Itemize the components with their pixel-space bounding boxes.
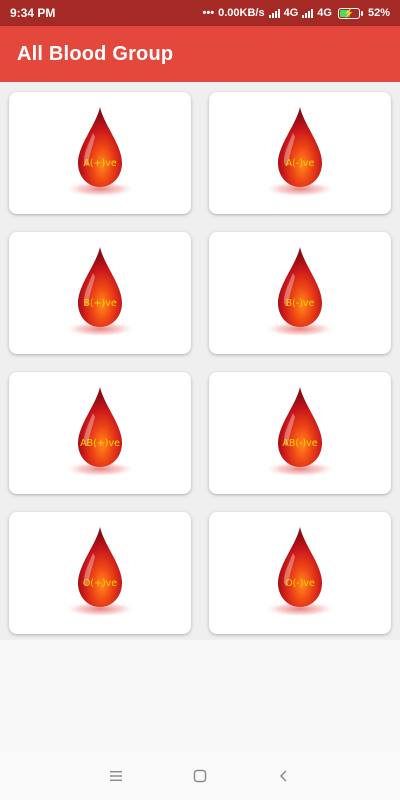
home-button[interactable]	[158, 752, 242, 800]
page-title: All Blood Group	[17, 42, 174, 65]
blood-drop-icon	[264, 107, 336, 197]
blood-drop-icon	[64, 247, 136, 337]
status-time: 9:34 PM	[10, 6, 56, 20]
blood-group-label: B(-)ve	[285, 298, 315, 309]
blood-group-label: AB(+)ve	[80, 438, 120, 449]
blood-group-card-b-negative[interactable]: B(-)ve	[209, 232, 391, 354]
blood-group-label: AB(-)ve	[282, 438, 318, 449]
blood-drop: B(-)ve	[260, 243, 340, 343]
menu-button[interactable]	[74, 752, 158, 800]
blood-group-card-ab-positive[interactable]: AB(+)ve	[9, 372, 191, 494]
blood-group-card-o-positive[interactable]: O(+)ve	[9, 512, 191, 634]
blood-drop: A(+)ve	[60, 103, 140, 203]
blood-group-card-a-positive[interactable]: A(+)ve	[9, 92, 191, 214]
blood-drop: O(+)ve	[60, 523, 140, 623]
signal-icon	[268, 8, 280, 18]
app-bar: All Blood Group	[0, 26, 400, 82]
blood-drop: A(-)ve	[260, 103, 340, 203]
more-notifications-icon: •••	[202, 7, 215, 19]
blood-group-label: B(+)ve	[83, 298, 117, 309]
home-icon	[193, 769, 207, 783]
blood-drop: AB(-)ve	[260, 383, 340, 483]
blood-group-label: O(-)ve	[285, 578, 315, 589]
net-type-2: 4G	[317, 7, 332, 19]
network-speed: 0.00KB/s	[218, 7, 265, 19]
battery-level: 52%	[367, 7, 390, 19]
blood-drop: AB(+)ve	[60, 383, 140, 483]
blood-drop-icon	[264, 387, 336, 477]
status-bar: 9:34 PM ••• 0.00KB/s 4G 4G ⚡ 52%	[0, 0, 400, 26]
battery-icon: ⚡	[337, 7, 363, 19]
blood-drop-icon	[64, 527, 136, 617]
blood-group-label: A(-)ve	[285, 158, 315, 169]
blood-drop: O(-)ve	[260, 523, 340, 623]
blood-group-card-ab-negative[interactable]: AB(-)ve	[209, 372, 391, 494]
system-nav-bar	[0, 752, 400, 800]
status-indicators: ••• 0.00KB/s 4G 4G ⚡ 52%	[203, 7, 390, 19]
blood-group-label: O(+)ve	[82, 578, 118, 589]
net-type-1: 4G	[283, 7, 299, 19]
blood-drop-icon	[264, 527, 336, 617]
blood-group-card-o-negative[interactable]: O(-)ve	[209, 512, 391, 634]
blood-drop-icon	[264, 247, 336, 337]
signal-icon-2	[302, 8, 314, 18]
blood-group-label: A(+)ve	[83, 158, 117, 169]
blood-drop: B(+)ve	[60, 243, 140, 343]
blood-drop-icon	[64, 107, 136, 197]
back-icon	[279, 770, 287, 782]
blood-group-card-b-positive[interactable]: B(+)ve	[9, 232, 191, 354]
blood-drop-icon	[64, 387, 136, 477]
blood-group-grid: A(+)ve A(-)ve B(+)ve B(-)ve AB(+)ve AB(-…	[0, 82, 400, 640]
menu-icon	[110, 771, 122, 781]
blood-group-card-a-negative[interactable]: A(-)ve	[209, 92, 391, 214]
back-button[interactable]	[242, 752, 326, 800]
empty-area	[0, 640, 400, 752]
